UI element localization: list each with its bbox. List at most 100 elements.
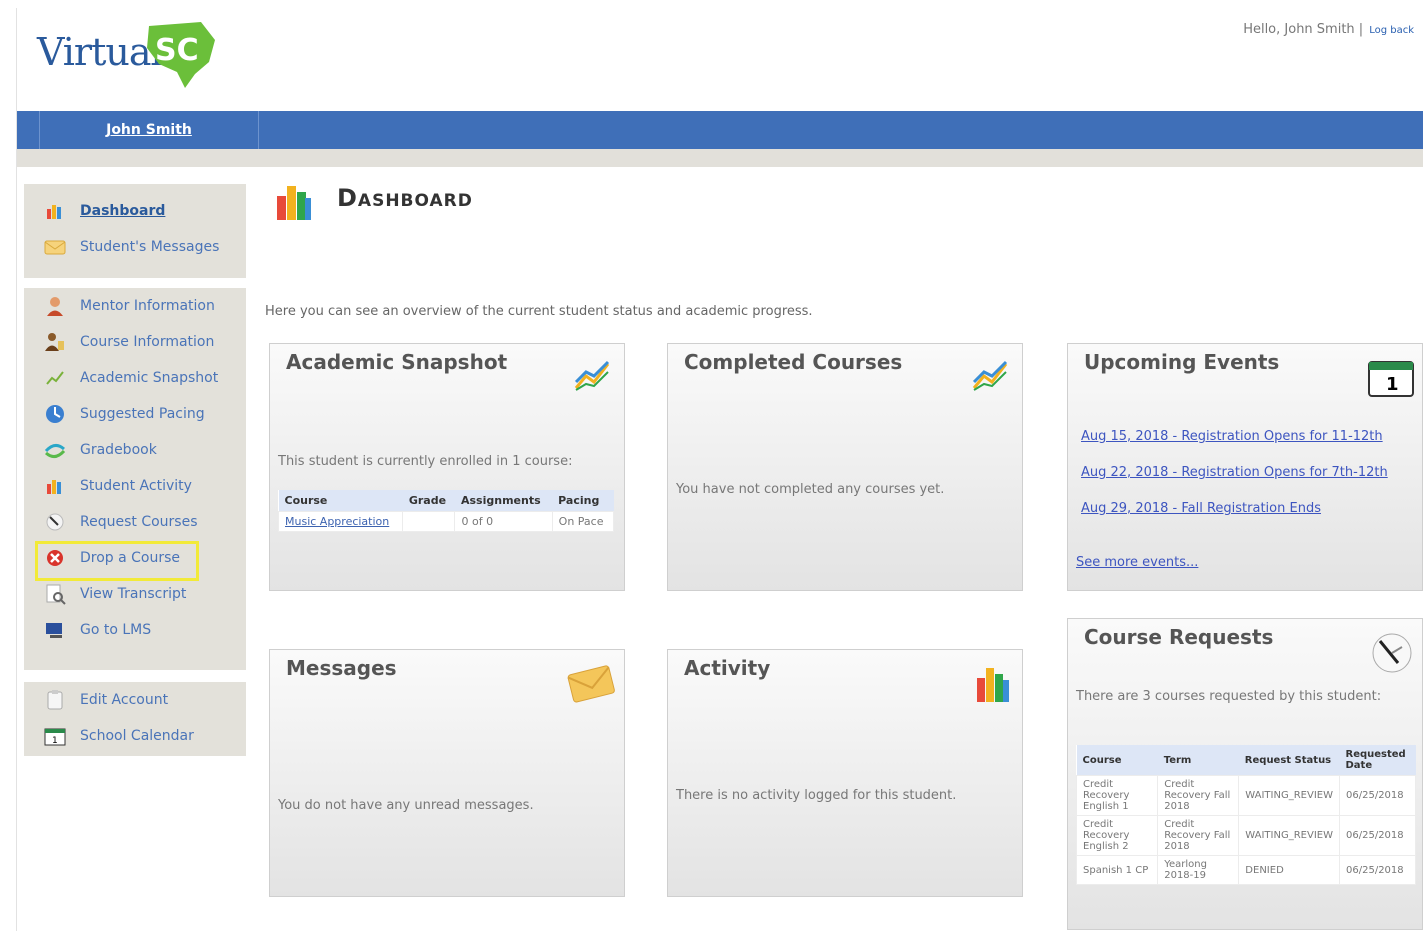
sidebar-item-label: Student's Messages <box>80 239 220 255</box>
activity-icon <box>42 474 68 498</box>
sidebar-item-label: Mentor Information <box>80 298 215 314</box>
panel-academic-snapshot: Academic Snapshot This student is curren… <box>269 343 625 591</box>
page-title: Dashboard <box>337 184 473 212</box>
table-cell: WAITING_REVIEW <box>1238 815 1340 856</box>
table-cell: 0 of 0 <box>454 511 553 532</box>
gradebook-icon <box>42 438 68 462</box>
table-cell: WAITING_REVIEW <box>1238 775 1340 816</box>
course-link[interactable]: Music Appreciation <box>285 515 389 528</box>
table-cell: Credit Recovery English 2 <box>1075 815 1159 856</box>
sidebar-item-label: School Calendar <box>80 728 194 744</box>
page-frame: Virtual SC Hello, John Smith | Log back J… <box>16 8 1423 931</box>
sidebar-item-transcript[interactable]: View Transcript <box>42 581 186 607</box>
sidebar-item-course-info[interactable]: Course Information <box>42 329 214 355</box>
page-intro: Here you can see an overview of the curr… <box>265 304 813 319</box>
sidebar-group-student: Mentor Information Course Information Ac… <box>24 288 246 670</box>
table-header-row: Course Grade Assignments Pacing <box>278 490 614 512</box>
column-header: Assignments <box>454 490 553 512</box>
top-navbar: John Smith <box>17 111 1423 149</box>
greeting-text: Hello, John Smith | <box>1243 22 1364 37</box>
svg-text:1: 1 <box>1386 374 1399 395</box>
table-cell: Yearlong 2018-19 <box>1157 855 1240 885</box>
panel-title: Course Requests <box>1084 625 1274 649</box>
lms-icon <box>42 618 68 642</box>
column-header: Pacing <box>552 490 614 512</box>
table-row: Credit Recovery English 1 Credit Recover… <box>1075 775 1416 816</box>
sidebar-item-edit-account[interactable]: Edit Account <box>42 687 168 713</box>
virtualsc-logo[interactable]: Virtual SC <box>37 18 217 90</box>
sidebar-item-pacing[interactable]: Suggested Pacing <box>42 401 205 427</box>
sidebar-item-dashboard[interactable]: Dashboard <box>42 198 165 224</box>
messages-envelope-icon <box>567 665 615 703</box>
pacing-icon <box>42 402 68 426</box>
panel-upcoming-events: Upcoming Events 1 Aug 15, 2018 - Registr… <box>1067 343 1423 591</box>
request-icon <box>42 510 68 534</box>
column-header: Request Status <box>1238 745 1340 776</box>
course-info-icon <box>42 330 68 354</box>
column-header: Grade <box>402 490 455 512</box>
panel-course-requests: Course Requests There are 3 courses requ… <box>1067 618 1423 930</box>
sidebar-group-account: Edit Account 1 School Calendar <box>24 682 246 756</box>
chart-icon <box>42 199 68 223</box>
panel-title: Upcoming Events <box>1084 350 1280 374</box>
see-more-events-link[interactable]: See more events... <box>1076 554 1416 572</box>
transcript-icon <box>42 582 68 606</box>
panel-title: Academic Snapshot <box>286 350 508 374</box>
sidebar-item-label: Course Information <box>80 334 215 350</box>
panel-title: Messages <box>286 656 397 680</box>
snapshot-icon <box>42 366 68 390</box>
table-row: Music Appreciation 0 of 0 On Pace <box>277 511 615 532</box>
event-link[interactable]: Aug 22, 2018 - Registration Opens for 7t… <box>1076 464 1416 482</box>
logo-mark-icon: SC <box>147 22 215 88</box>
header: Virtual SC Hello, John Smith | Log back <box>17 8 1423 110</box>
event-link[interactable]: Aug 15, 2018 - Registration Opens for 11… <box>1076 428 1416 446</box>
table-cell: 06/25/2018 <box>1339 855 1416 885</box>
activity-text: There is no activity logged for this stu… <box>676 788 957 803</box>
logout-link[interactable]: Log back <box>1369 25 1414 36</box>
sidebar-item-messages[interactable]: Student's Messages <box>42 234 219 260</box>
column-header: Term <box>1157 745 1239 776</box>
sidebar-item-label: Gradebook <box>80 442 157 458</box>
sidebar-item-request[interactable]: Request Courses <box>42 509 198 535</box>
nav-user-tab[interactable]: John Smith <box>39 111 259 149</box>
table-cell: On Pace <box>551 511 615 532</box>
sidebar-item-gradebook[interactable]: Gradebook <box>42 437 157 463</box>
panel-messages: Messages You do not have any unread mess… <box>269 649 625 897</box>
table-cell <box>402 511 456 532</box>
envelope-icon <box>42 235 68 259</box>
sidebar-item-snapshot[interactable]: Academic Snapshot <box>42 365 218 391</box>
sidebar-item-label: Go to LMS <box>80 622 152 638</box>
snapshot-chart-icon <box>574 360 610 391</box>
sidebar-item-label: Dashboard <box>80 203 166 219</box>
panel-title: Completed Courses <box>684 350 903 374</box>
panel-activity: Activity There is no activity logged for… <box>667 649 1023 897</box>
sidebar-item-lms[interactable]: Go to LMS <box>42 617 151 643</box>
column-header: Requested Date <box>1339 745 1416 776</box>
snapshot-table: Course Grade Assignments Pacing Music Ap… <box>277 490 615 532</box>
sidebar-item-label: Student Activity <box>80 478 192 494</box>
table-cell: 06/25/2018 <box>1339 815 1416 856</box>
table-cell: Music Appreciation <box>277 511 404 532</box>
table-cell: Credit Recovery Fall 2018 <box>1157 775 1240 816</box>
sidebar-item-mentor[interactable]: Mentor Information <box>42 293 215 319</box>
messages-text: You do not have any unread messages. <box>278 798 534 813</box>
table-cell: Credit Recovery Fall 2018 <box>1157 815 1240 856</box>
activity-chart-icon <box>977 668 1009 702</box>
nav-user-link[interactable]: John Smith <box>106 122 192 138</box>
logo-suffix: SC <box>155 33 199 68</box>
requests-table: Course Term Request Status Requested Dat… <box>1075 745 1416 885</box>
sidebar-item-label: Request Courses <box>80 514 198 530</box>
completed-text: You have not completed any courses yet. <box>676 482 945 497</box>
sidebar-item-label: Suggested Pacing <box>80 406 205 422</box>
sidebar-item-activity[interactable]: Student Activity <box>42 473 192 499</box>
table-row: Credit Recovery English 2 Credit Recover… <box>1075 815 1416 856</box>
svg-text:1: 1 <box>52 736 58 746</box>
sidebar-item-calendar[interactable]: 1 School Calendar <box>42 723 194 749</box>
sidebar-group-main: Dashboard Student's Messages <box>24 184 246 278</box>
event-link[interactable]: Aug 29, 2018 - Fall Registration Ends <box>1076 500 1416 518</box>
edit-account-icon <box>42 688 68 712</box>
request-clock-icon <box>1372 633 1412 673</box>
sidebar-item-label: Edit Account <box>80 692 169 708</box>
requests-text: There are 3 courses requested by this st… <box>1076 689 1382 704</box>
dashboard-title-icon <box>273 180 317 228</box>
